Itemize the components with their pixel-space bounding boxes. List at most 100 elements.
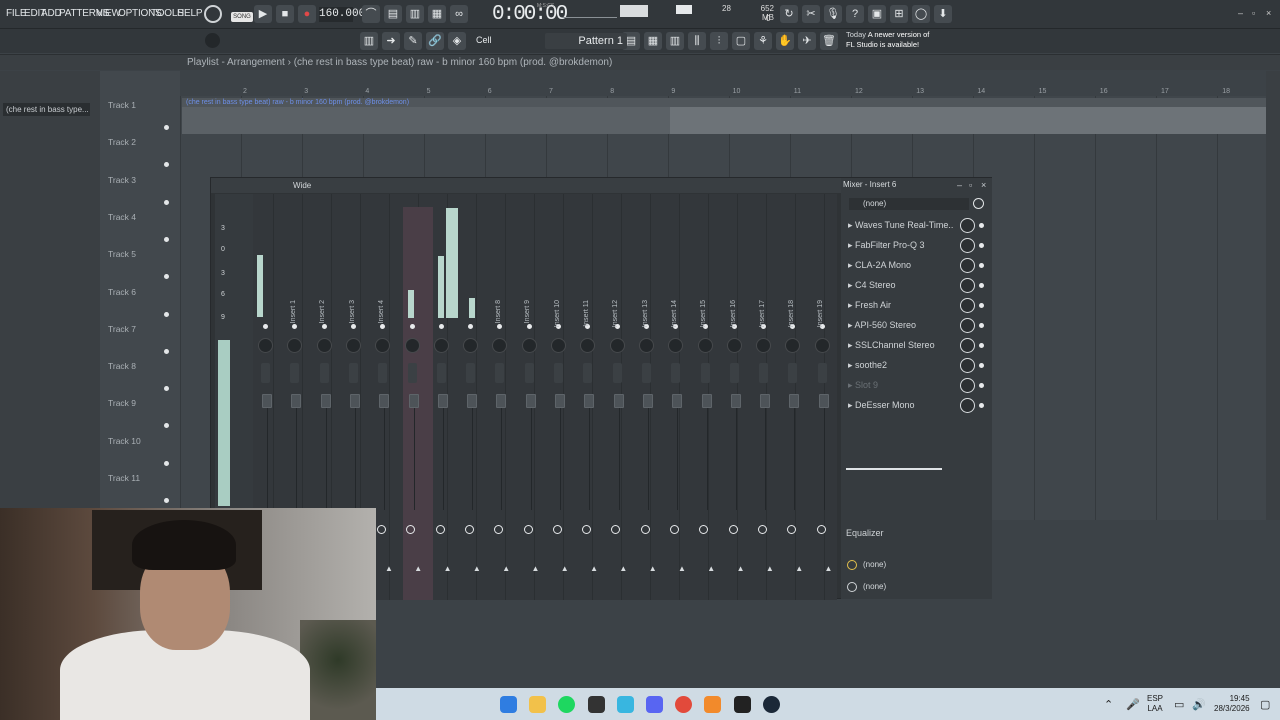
track-label[interactable]: Track 10 <box>108 436 141 446</box>
volume-fader[interactable] <box>379 394 390 408</box>
track-label[interactable]: Track 6 <box>108 287 136 297</box>
send-arrow-icon[interactable]: ▲ <box>444 564 452 573</box>
pan-knob[interactable] <box>726 338 742 353</box>
volume-fader[interactable] <box>320 394 331 408</box>
effect-mix-knob[interactable] <box>960 278 975 293</box>
clock[interactable]: 19:45 28/3/2026 <box>1214 694 1250 714</box>
effect-enable-led[interactable] <box>979 383 984 388</box>
volume-fader[interactable] <box>291 394 302 408</box>
insert-minimize-icon[interactable]: – <box>957 180 962 190</box>
effect-mix-knob[interactable] <box>960 318 975 333</box>
play-icon[interactable]: ▶ <box>254 5 272 23</box>
audio-input-selector[interactable]: (none) <box>849 198 969 210</box>
stereo-separation-control[interactable] <box>348 363 358 383</box>
route-toggle[interactable] <box>552 525 562 534</box>
language-indicator[interactable]: ESP LAA <box>1147 694 1163 714</box>
send-output-2[interactable]: (none) <box>863 582 886 591</box>
wait-input-icon[interactable]: ▤ <box>384 5 402 23</box>
stereo-separation-control[interactable] <box>290 363 300 383</box>
time-display[interactable]: 0:00:00 <box>492 3 568 26</box>
stereo-separation-control[interactable] <box>524 363 534 383</box>
stereo-separation-control[interactable] <box>759 363 769 383</box>
volume-fader[interactable] <box>555 394 565 408</box>
scroll-icon[interactable]: ✈ <box>798 32 816 50</box>
link-icon[interactable]: 🔗 <box>426 32 444 50</box>
loop-record-icon[interactable]: ∞ <box>450 5 468 23</box>
start-icon[interactable] <box>500 696 517 713</box>
volume-fader[interactable] <box>818 394 829 408</box>
latency-icon[interactable] <box>973 198 984 209</box>
route-toggle[interactable] <box>523 525 533 534</box>
tray-mic-icon[interactable]: 🎤 <box>1126 698 1140 711</box>
mixer-preset[interactable]: Wide <box>293 181 311 190</box>
stop-icon[interactable]: ■ <box>276 5 294 23</box>
vertical-scrollbar[interactable] <box>1266 71 1280 520</box>
menu-help[interactable]: HELP <box>177 8 203 19</box>
send-arrow-icon[interactable]: ▲ <box>561 564 569 573</box>
effect-mix-knob[interactable] <box>960 338 975 353</box>
stereo-separation-control[interactable] <box>641 363 651 383</box>
send-arrow-icon[interactable]: ▲ <box>414 564 422 573</box>
effect-slot[interactable]: ▸ soothe2 <box>848 357 984 374</box>
effect-enable-led[interactable] <box>979 363 984 368</box>
browser-icon[interactable]: ▢ <box>732 32 750 50</box>
stereo-separation-control[interactable] <box>583 363 593 383</box>
file-explorer-icon[interactable] <box>529 696 546 713</box>
download-icon[interactable]: ⬇ <box>934 5 952 23</box>
effect-mix-knob[interactable] <box>960 218 975 233</box>
stereo-separation-control[interactable] <box>495 363 505 383</box>
track-mute-dot[interactable] <box>164 460 169 466</box>
stereo-separation-control[interactable] <box>671 363 681 383</box>
stereo-separation-control[interactable] <box>729 363 739 383</box>
track-label[interactable]: Track 1 <box>108 100 136 110</box>
audio-clip-waveform-selected[interactable] <box>670 107 1266 134</box>
step-sequencer-icon[interactable]: ▦ <box>644 32 662 50</box>
save-icon[interactable]: ▣ <box>868 5 886 23</box>
pan-knob[interactable] <box>551 338 566 353</box>
stamp-icon[interactable]: ◈ <box>448 32 466 50</box>
song-mode-badge[interactable]: SONG <box>231 12 253 22</box>
send-arrow-icon[interactable]: ▲ <box>532 564 540 573</box>
volume-fader[interactable] <box>349 394 360 408</box>
stereo-separation-control[interactable] <box>407 363 417 383</box>
spotify-icon[interactable] <box>558 696 575 713</box>
effect-enable-led[interactable] <box>979 323 984 328</box>
stereo-separation-control[interactable] <box>612 363 622 383</box>
effect-slot[interactable]: ▸ DeEsser Mono <box>848 397 984 414</box>
tray-chevron-icon[interactable]: ⌃ <box>1104 698 1113 711</box>
eq-curve[interactable] <box>846 468 942 470</box>
route-toggle[interactable] <box>670 525 679 534</box>
track-label[interactable]: Track 4 <box>108 212 136 222</box>
track-label[interactable]: Track 9 <box>108 398 136 408</box>
audio-clip-header[interactable]: (che rest in bass type beat) raw - b min… <box>182 98 1266 107</box>
cut-icon[interactable]: ✂ <box>802 5 820 23</box>
record-icon[interactable]: ● <box>298 5 316 23</box>
volume-fader[interactable] <box>730 394 741 408</box>
volume-fader[interactable] <box>642 394 653 408</box>
send-arrow-icon[interactable]: ▲ <box>649 564 657 573</box>
chat-icon[interactable]: ◯ <box>912 5 930 23</box>
track-label[interactable]: Track 8 <box>108 361 136 371</box>
volume-fader[interactable] <box>467 394 478 408</box>
send-arrow-icon[interactable]: ▲ <box>825 564 833 573</box>
snap-selector[interactable]: Cell <box>476 35 492 45</box>
track-mute-dot[interactable] <box>164 125 169 130</box>
pan-knob[interactable] <box>345 338 361 353</box>
effect-mix-knob[interactable] <box>960 378 975 393</box>
strip-active-dot[interactable] <box>350 324 356 329</box>
strip-active-dot[interactable] <box>409 324 415 329</box>
close-icon[interactable]: × <box>1266 8 1271 18</box>
pan-knob[interactable] <box>609 338 625 353</box>
pat-song-toggle-icon[interactable] <box>204 5 222 23</box>
track-label[interactable]: Track 11 <box>108 473 140 483</box>
effect-slot[interactable]: ▸ Fresh Air <box>848 297 984 314</box>
minimize-icon[interactable]: – <box>1238 8 1243 18</box>
pan-knob[interactable] <box>404 338 420 353</box>
channel-rack-icon[interactable]: ⫶ <box>710 32 728 50</box>
volume-fader[interactable] <box>408 394 419 408</box>
send-arrow-icon[interactable]: ▲ <box>766 564 774 573</box>
route-toggle[interactable] <box>464 525 474 534</box>
pan-knob[interactable] <box>756 338 772 353</box>
volume-icon[interactable]: 🔊 <box>1192 698 1206 711</box>
pan-knob[interactable] <box>463 338 479 353</box>
